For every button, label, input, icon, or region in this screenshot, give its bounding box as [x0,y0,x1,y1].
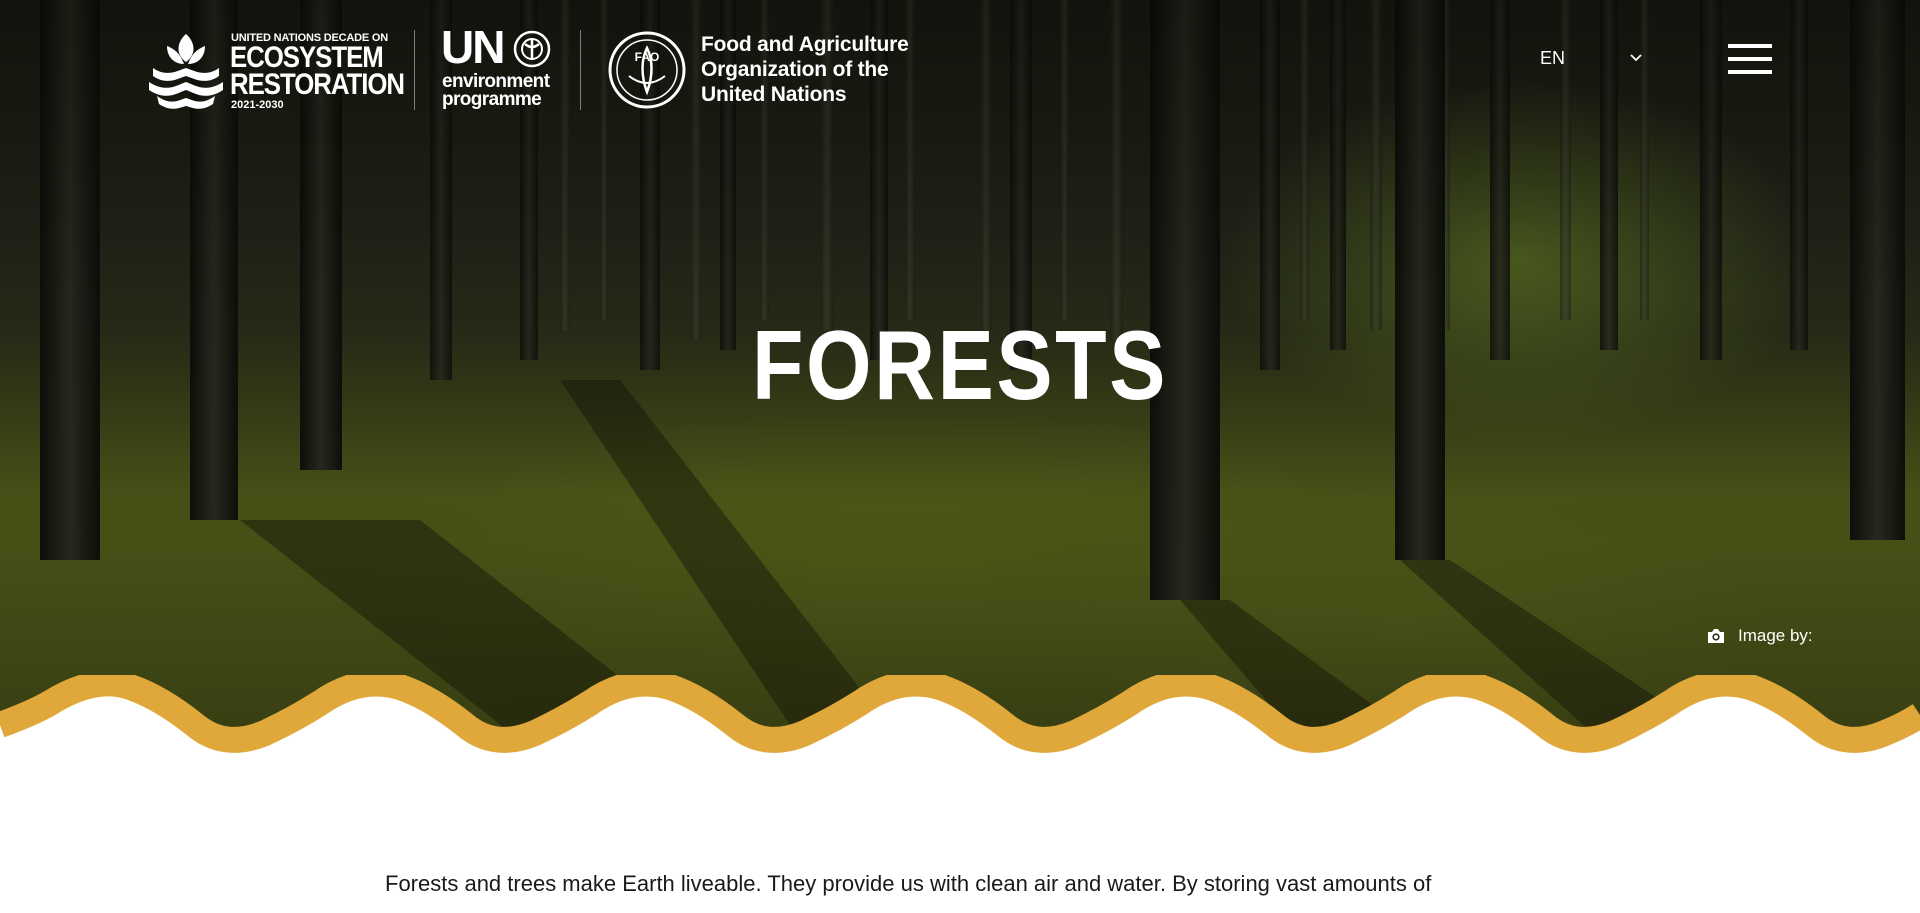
ecosystem-restoration-leaf-icon [149,34,223,109]
menu-bar [1728,70,1772,74]
unep-logo-line2: programme [442,89,542,110]
hamburger-menu-icon[interactable] [1728,42,1772,76]
fao-logo-line2: Organization of the [701,58,889,81]
ecosystem-logo-years: 2021-2030 [231,99,284,111]
fao-logo-text: Food and Agriculture Organization of the… [701,32,909,107]
hero-banner: UNITED NATIONS DECADE ON ECOSYSTEM RESTO… [0,0,1920,750]
site-header: UNITED NATIONS DECADE ON ECOSYSTEM RESTO… [0,0,1920,120]
language-selector[interactable]: EN [1528,44,1646,74]
fao-logo[interactable]: FAO Food and Agriculture Organization of… [607,30,909,112]
intro-paragraph: Forests and trees make Earth liveable. T… [385,871,1432,896]
menu-bar [1728,57,1772,61]
logo-divider [414,30,415,110]
page-title: FORESTS [751,310,1169,420]
language-selected: EN [1540,48,1566,68]
image-credit-label: Image by: [1738,626,1813,645]
wave-divider [0,675,1920,755]
camera-icon [1708,629,1724,643]
menu-bar [1728,44,1772,48]
svg-text:FAO: FAO [635,50,660,64]
fao-emblem-icon: FAO [608,31,686,109]
unep-emblem-icon [513,30,551,68]
un-decade-ecosystem-restoration-logo[interactable]: UNITED NATIONS DECADE ON ECOSYSTEM RESTO… [147,28,405,114]
unep-logo[interactable]: UN environment programme [441,24,561,114]
fao-logo-line3: United Nations [701,83,847,106]
ecosystem-logo-line2: RESTORATION [230,68,405,101]
fao-logo-line1: Food and Agriculture [701,33,909,56]
logo-divider [580,30,581,110]
unep-logo-mark: UN [441,21,505,73]
chevron-down-icon [1630,54,1642,62]
